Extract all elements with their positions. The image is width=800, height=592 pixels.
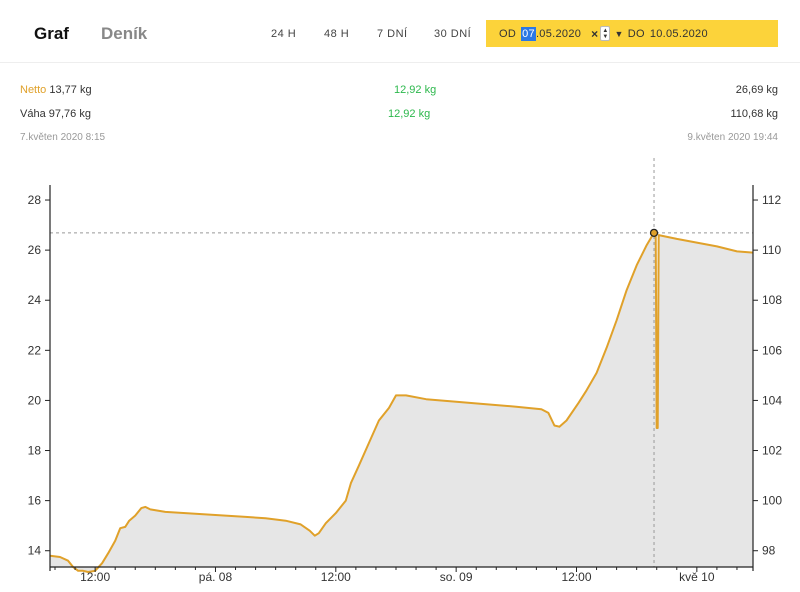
- y-left-tick-label: 14: [28, 544, 42, 558]
- x-tick-label: pá. 08: [199, 570, 233, 584]
- x-tick-label: so. 09: [440, 570, 473, 584]
- y-right-tick-label: 102: [762, 444, 782, 458]
- y-right-tick-label: 106: [762, 343, 782, 357]
- y-right-tick-label: 110: [762, 243, 781, 257]
- weight-chart[interactable]: 14 16 18 20 22 24 26 28 98 100 102 104 106 108 110 112 1…: [0, 0, 800, 592]
- y-left-tick-label: 26: [28, 243, 42, 257]
- y-left-tick-label: 18: [28, 444, 42, 458]
- hover-marker: [649, 228, 659, 237]
- y-left-tick-label: 16: [28, 494, 42, 508]
- x-tick-label: 12:00: [80, 570, 110, 584]
- y-right-tick-label: 100: [762, 494, 782, 508]
- x-tick-label: 12:00: [321, 570, 351, 584]
- x-tick-label: 12:00: [561, 570, 591, 584]
- y-left-tick-label: 22: [28, 343, 42, 357]
- y-right-tick-label: 98: [762, 544, 776, 558]
- x-tick-label: kvě 10: [679, 570, 715, 584]
- y-left-tick-label: 20: [28, 393, 42, 407]
- y-right-tick-label: 108: [762, 293, 782, 307]
- y-right-tick-label: 104: [762, 393, 782, 407]
- y-right-tick-label: 112: [762, 193, 781, 207]
- area-fill: [50, 232, 753, 573]
- y-left-tick-label: 28: [28, 193, 42, 207]
- y-left-tick-label: 24: [28, 293, 42, 307]
